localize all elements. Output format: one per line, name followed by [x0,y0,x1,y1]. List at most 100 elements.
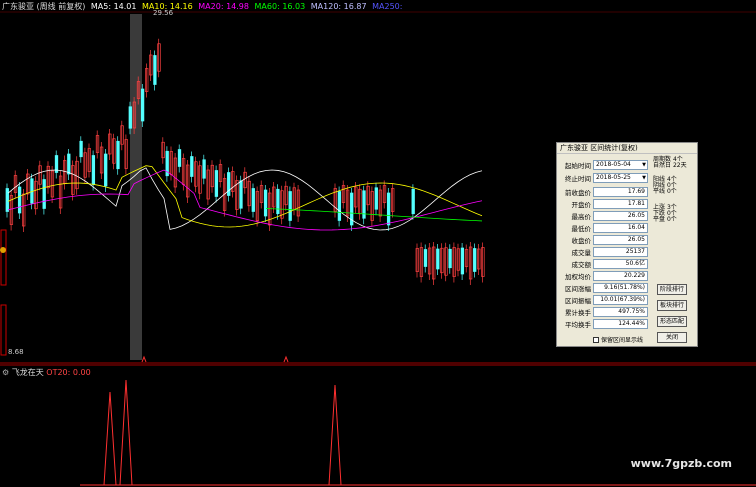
chevron-down-icon: ▼ [642,161,646,168]
pattern-match-button[interactable]: 形态匹配 [657,316,687,327]
stat-label: 最低价 [571,224,592,233]
stat-label: 加权均价 [565,272,591,281]
stat-row: 区间振幅 10.01(67.39%) [561,294,648,305]
end-date-select[interactable]: 2018-05-25 ▼ [593,172,648,183]
sector-rank-button[interactable]: 板块排行 [657,300,687,311]
candle-body [153,55,157,85]
stat-label: 区间振幅 [565,296,591,305]
interval-stats-dialog: 广东骏亚 区间统计(复权) 起始时间 2018-05-04 ▼ 终止时间 2018… [556,142,698,347]
candle-body [79,140,83,158]
candle-body [104,153,108,187]
sub-indicator-legend: ⚙ 飞龙在天 OT20: 0.00 [2,367,91,378]
keep-range-checkbox[interactable]: 保留区间显示线 [593,335,643,344]
left-marker [0,229,7,286]
watermark: www.7gpzb.com [630,457,732,470]
stat-row: 累计换手 497.75% [561,306,648,317]
stat-row: 加权均价 20.229 [561,270,648,281]
candle-body [337,191,342,221]
stat-value: 17.81 [593,198,648,209]
signal-tick [141,355,147,363]
candle-body [190,156,194,177]
stat-row: 平均换手 124.44% [561,318,648,329]
stat-label: 最高价 [571,212,592,221]
candle-body [473,248,477,272]
indicator-spike [328,384,342,486]
signal-tick [283,355,289,363]
stat-row: 最高价 26.05 [561,210,648,221]
candle-body [202,159,206,179]
stat-label: 平均换手 [565,320,591,329]
change-stats: 上涨 3个 下跌 0个 平盘 0个 [653,204,677,223]
candle-stats: 阳线 4个 阴线 0个 平线 0个 [653,176,677,195]
stat-row: 最低价 16.04 [561,222,648,233]
stat-value: 17.69 [593,186,648,197]
candle-body [460,247,465,275]
checkbox-box[interactable] [593,336,599,343]
candle-body [263,189,268,217]
stat-value: 26.05 [593,210,648,221]
period-stats: 周期数 4个 自然日 22天 [653,156,687,169]
candle-body [5,188,9,212]
sub-indicator-value: OT20: 0.00 [46,368,91,377]
stat-value: 124.44% [593,318,648,329]
ma250-label: MA250: [372,2,403,11]
candle-body [177,149,182,167]
candle-body [140,88,145,122]
stat-label: 区间涨幅 [565,284,591,293]
candle-body [411,188,415,215]
stat-row: 前收盘价 17.69 [561,186,648,197]
stat-row: 成交量 25137 [561,246,648,257]
stat-label: 成交量 [571,248,592,257]
candle-body [227,172,231,196]
candle-body [436,248,440,270]
candle-body [239,180,243,209]
candle-body [386,192,391,226]
stat-value: 16.04 [593,222,648,233]
candle-body [214,170,219,197]
stat-row: 收盘价 26.05 [561,234,648,245]
stat-value: 20.229 [593,270,648,281]
stat-value: 50.6亿 [593,258,648,269]
indicator-spike [119,379,133,486]
start-date-label: 起始时间 [565,161,591,170]
candle-body [374,187,378,210]
candle-body [91,155,96,185]
candle-body [128,106,132,129]
end-date-label: 终止时间 [565,174,591,183]
ma5-label: MA5: 14.01 [90,2,137,11]
stat-value: 26.05 [593,234,648,245]
stat-value: 10.01(67.39%) [593,294,648,305]
candle-body [448,248,452,269]
close-button[interactable]: 关闭 [657,332,687,343]
scroll-marker-icon [0,247,6,253]
start-date-select[interactable]: 2018-05-04 ▼ [593,159,648,170]
candle-body [251,188,255,212]
sub-indicator-name: 飞龙在天 [11,368,44,377]
left-marker [0,304,7,356]
candle-body [116,140,120,170]
stage-rank-button[interactable]: 阶段排行 [657,284,687,295]
candle-body [276,188,280,215]
ma60-label: MA60: 16.03 [254,2,306,11]
gear-icon: ⚙ [2,368,10,377]
stat-label: 累计换手 [565,308,591,317]
checkbox-label: 保留区间显示线 [601,337,644,344]
stat-row: 区间涨幅 9.16(51.78%) [561,282,648,293]
low-price-label: 8.68 [8,348,24,356]
chevron-down-icon: ▼ [642,174,646,181]
candle-body [423,249,428,267]
ma120-label: MA120: 16.87 [310,2,367,11]
stat-value: 25137 [593,246,648,257]
candle-body [67,153,71,175]
end-date-row: 终止时间 2018-05-25 ▼ [561,172,648,183]
stock-title: 广东骏亚 (周线 前复权) [2,2,86,11]
stat-label: 开盘价 [571,200,592,209]
high-price-label: 29.56 [153,9,174,17]
dialog-title: 广东骏亚 区间统计(复权) [557,143,697,154]
stat-label: 成交额 [571,260,592,269]
stat-row: 成交额 50.6亿 [561,258,648,269]
indicator-spike [103,391,117,486]
ma-legend: 广东骏亚 (周线 前复权) MA5: 14.01 MA10: 14.16 MA2… [2,1,405,12]
ma20-label: MA20: 14.98 [198,2,249,11]
stat-value: 9.16(51.78%) [593,282,648,293]
